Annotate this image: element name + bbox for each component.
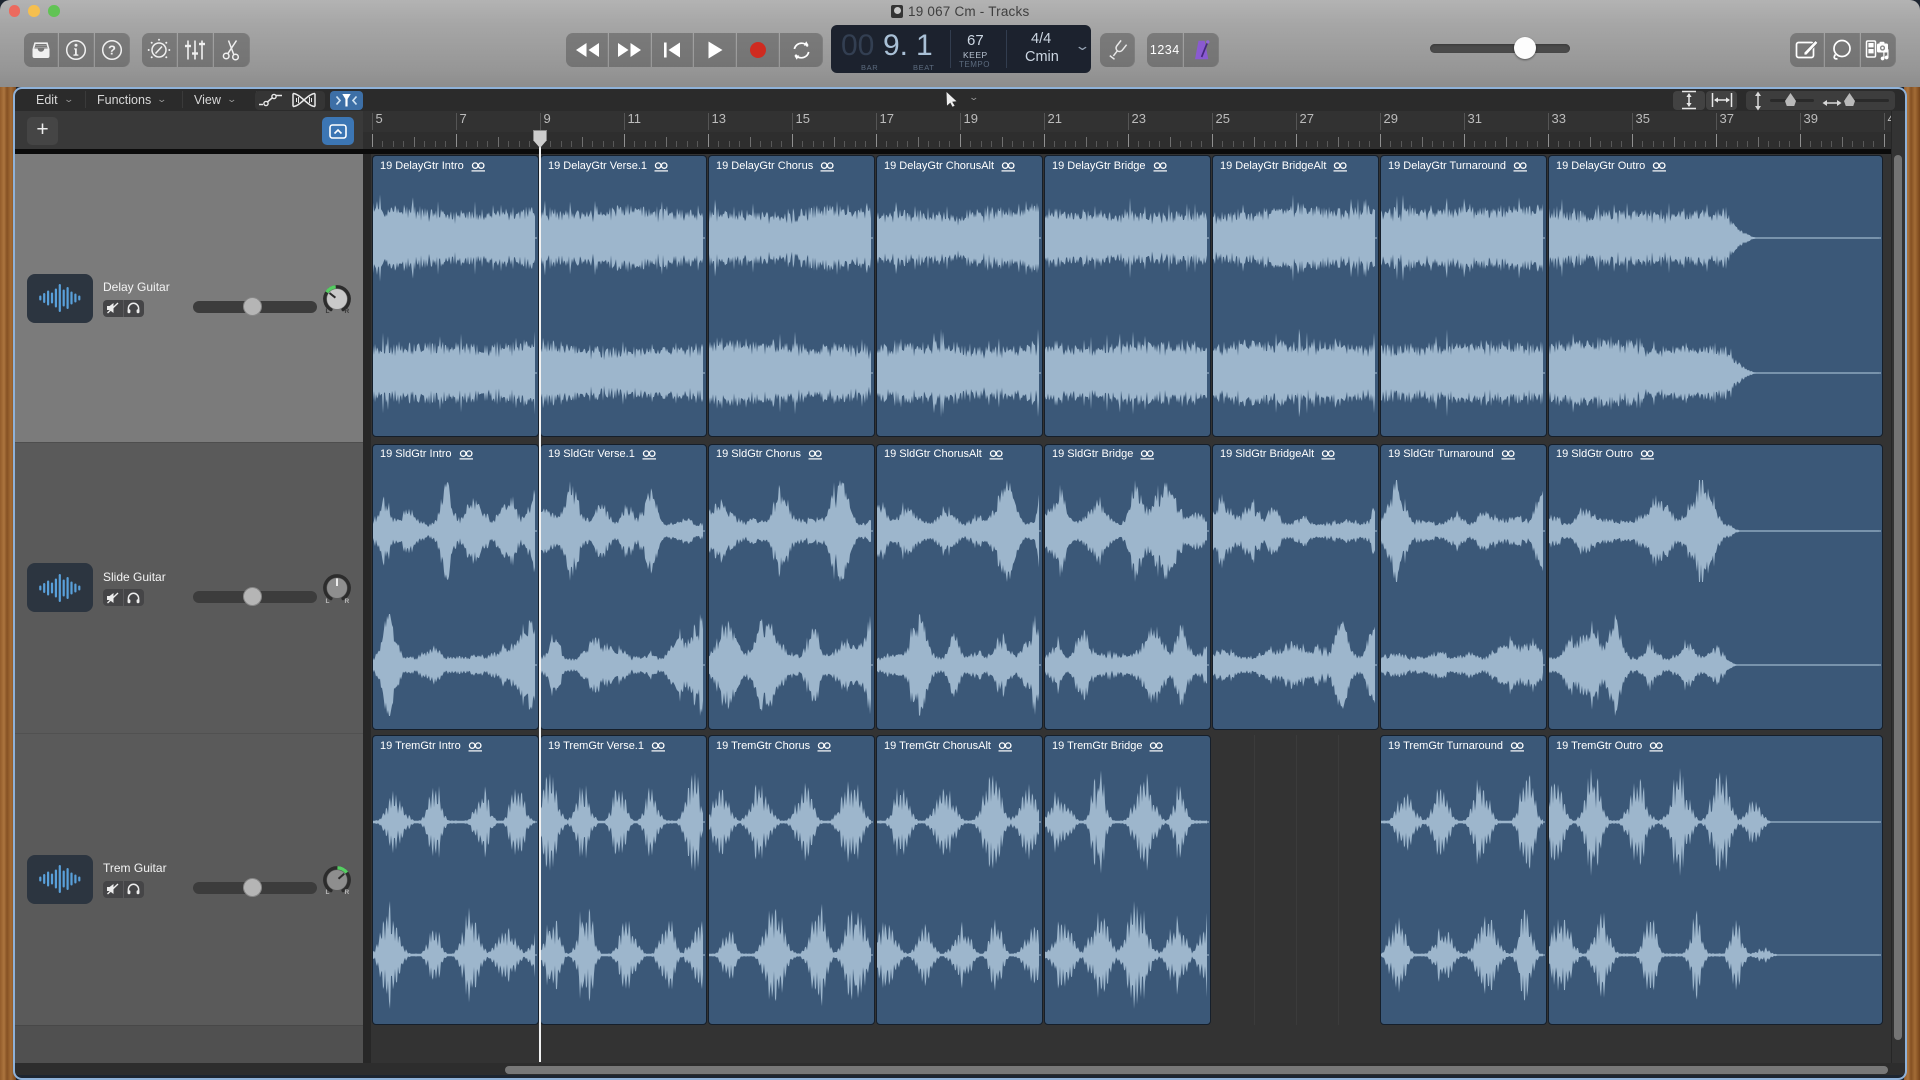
svg-text:?: ? [108, 43, 116, 58]
